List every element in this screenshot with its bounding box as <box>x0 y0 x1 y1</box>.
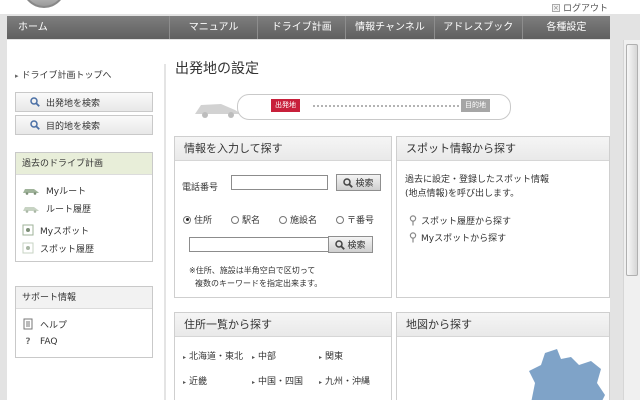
question-icon: ? <box>25 337 31 347</box>
spot-icon <box>22 224 34 236</box>
region-chugoku-shikoku[interactable]: 中国・四国 <box>252 374 303 387</box>
search-destination-button[interactable]: 目的地を検索 <box>15 115 153 135</box>
region-hokkaido-tohoku[interactable]: 北海道・東北 <box>183 349 243 362</box>
my-spot-search-link[interactable]: Myスポットから探す <box>409 231 506 244</box>
search-start-button[interactable]: 出発地を検索 <box>15 92 153 112</box>
spot-desc-line-2: (地点情報)を呼び出します。 <box>405 189 520 199</box>
radio-postal[interactable]: 〒番号 <box>336 213 374 226</box>
my-route-link[interactable]: Myルート <box>16 181 152 199</box>
main-nav: ホーム マニュアル ドライブ計画 情報チャンネル アドレスブック 各種設定 <box>7 16 610 39</box>
car-icon <box>23 206 39 213</box>
keyword-search-button[interactable]: 検索 <box>328 236 373 253</box>
search-icon <box>30 97 40 107</box>
radio-dot <box>183 215 191 224</box>
radio-facility[interactable]: 施設名 <box>279 213 317 226</box>
nav-address-book[interactable]: アドレスブック <box>433 16 522 39</box>
map-search-panel: 地図から探す <box>396 312 610 400</box>
radio-dot <box>231 215 239 224</box>
search-icon <box>335 239 346 250</box>
radio-address-label: 住所 <box>194 216 213 226</box>
top-strip: × ログアウト <box>0 0 640 14</box>
content-area: ドライブ計画トップへ 出発地を検索 目的地を検索 過去のドライブ計画 Myルート… <box>7 40 610 400</box>
destination-tag: 目的地 <box>461 99 490 112</box>
spot-history-search-link[interactable]: スポット履歴から探す <box>409 214 511 227</box>
spot-description: 過去に設定・登録したスポット情報 (地点情報)を呼び出します。 <box>405 173 549 201</box>
phone-label: 電話番号 <box>182 183 219 193</box>
note-line-1: ※住所、施設は半角空白で区切って <box>189 266 316 275</box>
keyword-search-label: 検索 <box>347 241 366 251</box>
phone-search-label: 検索 <box>355 179 374 189</box>
pin-icon <box>409 232 417 243</box>
page-title: 出発地の設定 <box>175 61 259 77</box>
nav-drive-plan[interactable]: ドライブ計画 <box>257 16 345 39</box>
brand-logo <box>22 0 66 8</box>
help-label: ヘルプ <box>40 320 68 331</box>
close-icon: × <box>551 3 560 12</box>
map-search-title: 地図から探す <box>397 313 609 337</box>
radio-station-label: 駅名 <box>242 216 261 226</box>
region-kanto[interactable]: 関東 <box>319 349 343 362</box>
route-history-link[interactable]: ルート履歴 <box>16 199 152 217</box>
phone-search-button[interactable]: 検索 <box>336 174 381 191</box>
document-icon <box>23 318 33 330</box>
route-history-label: ルート履歴 <box>46 204 92 215</box>
spot-history-label: スポット履歴 <box>40 244 95 255</box>
route-dashes <box>313 105 459 107</box>
radio-address[interactable]: 住所 <box>183 213 212 226</box>
spot-history-search-label: スポット履歴から探す <box>421 217 512 227</box>
past-plans-title: 過去のドライブ計画 <box>16 153 152 175</box>
my-spot-search-label: Myスポットから探す <box>421 234 507 244</box>
address-search-title: 住所一覧から探す <box>175 313 391 337</box>
search-destination-label: 目的地を検索 <box>46 121 101 132</box>
spot-desc-line-1: 過去に設定・登録したスポット情報 <box>405 175 550 185</box>
input-search-title: 情報を入力して探す <box>175 137 391 161</box>
nav-manual[interactable]: マニュアル <box>169 16 257 39</box>
support-box: サポート情報 ヘルプ ? FAQ <box>15 286 153 358</box>
region-chubu[interactable]: 中部 <box>252 349 276 362</box>
region-kinki[interactable]: 近畿 <box>183 374 207 387</box>
radio-station[interactable]: 駅名 <box>231 213 260 226</box>
scrollbar-thumb[interactable] <box>626 44 638 276</box>
phone-input[interactable] <box>231 175 328 190</box>
search-note: ※住所、施設は半角空白で区切って 複数のキーワードを指定出来ます。 <box>189 264 322 290</box>
support-title: サポート情報 <box>16 287 152 309</box>
radio-dot <box>336 215 344 224</box>
search-icon <box>343 177 354 188</box>
my-spot-label: Myスポット <box>40 226 90 237</box>
pin-icon <box>409 215 417 226</box>
logout-label: ログアウト <box>562 4 608 14</box>
search-icon <box>30 120 40 130</box>
past-plans-box: 過去のドライブ計画 Myルート ルート履歴 Myスポット スポット履歴 <box>15 152 153 262</box>
drive-plan-top-link[interactable]: ドライブ計画トップへ <box>15 68 112 81</box>
nav-info-channel[interactable]: 情報チャンネル <box>345 16 433 39</box>
my-route-label: Myルート <box>46 186 87 197</box>
radio-facility-label: 施設名 <box>290 216 318 226</box>
region-kyushu-okinawa[interactable]: 九州・沖縄 <box>319 374 370 387</box>
keyword-input[interactable] <box>189 237 329 252</box>
spot-history-link[interactable]: スポット履歴 <box>16 239 152 257</box>
nav-settings[interactable]: 各種設定 <box>521 16 610 39</box>
car-icon <box>23 188 39 195</box>
search-start-label: 出発地を検索 <box>46 98 101 109</box>
start-tag: 出発地 <box>271 99 300 112</box>
note-line-2: 複数のキーワードを指定出来ます。 <box>195 279 323 288</box>
japan-map-icon[interactable] <box>501 343 610 400</box>
spot-icon <box>22 242 34 254</box>
page-scrollbar[interactable] <box>623 40 640 400</box>
divider <box>164 64 166 400</box>
faq-label: FAQ <box>40 337 58 347</box>
radio-dot <box>279 215 287 224</box>
nav-home[interactable]: ホーム <box>7 16 169 39</box>
my-spot-link[interactable]: Myスポット <box>16 221 152 239</box>
spot-search-title: スポット情報から探す <box>397 137 609 161</box>
logout-link[interactable]: × ログアウト <box>551 1 608 14</box>
route-graphic: 出発地 目的地 <box>191 94 511 122</box>
radio-postal-label: 〒番号 <box>347 216 375 226</box>
help-link[interactable]: ヘルプ <box>16 315 152 333</box>
faq-link[interactable]: ? FAQ <box>16 333 152 351</box>
